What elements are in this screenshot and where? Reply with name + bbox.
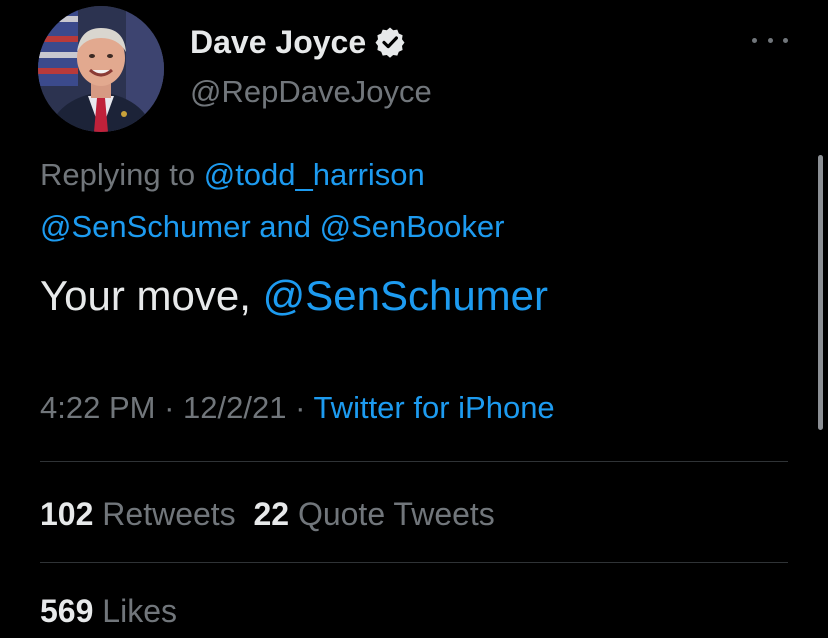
divider: [40, 562, 788, 563]
profile-photo: [38, 6, 164, 132]
reply-conjunction: and: [250, 209, 320, 244]
reply-mention-senschumer[interactable]: @SenSchumer: [40, 209, 251, 244]
reply-mention-todd-harrison[interactable]: @todd_harrison: [204, 157, 425, 192]
verified-badge-icon: [374, 26, 406, 58]
scrollbar[interactable]: [818, 155, 823, 430]
tweet-date[interactable]: 12/2/21: [183, 390, 286, 425]
avatar[interactable]: [38, 6, 164, 132]
quote-tweets-count: 22: [253, 496, 290, 532]
tweet-text: Your move, @SenSchumer: [40, 268, 548, 324]
more-dot: [783, 37, 788, 43]
tweet-meta: 4:22 PM · 12/2/21 · Twitter for iPhone: [40, 386, 555, 430]
engagement-stats-row: 102 Retweets 22 Quote Tweets: [40, 492, 495, 536]
reply-context: Replying to @todd_harrison @SenSchumer an…: [40, 149, 760, 253]
meta-separator: ·: [155, 390, 184, 425]
tweet-source-link[interactable]: Twitter for iPhone: [313, 390, 554, 425]
meta-separator: ·: [286, 390, 314, 425]
likes-count: 569: [40, 593, 94, 629]
tweet-mention-senschumer[interactable]: @SenSchumer: [263, 272, 548, 319]
likes-label: Likes: [102, 593, 177, 629]
reply-mention-senbooker[interactable]: @SenBooker: [320, 209, 505, 244]
more-dot: [752, 37, 757, 43]
retweets-count: 102: [40, 496, 94, 532]
quote-tweets-stat[interactable]: 22 Quote Tweets: [253, 496, 494, 532]
author-display-name[interactable]: Dave Joyce: [190, 22, 366, 62]
retweets-label: Retweets: [102, 496, 236, 532]
tweet-time[interactable]: 4:22 PM: [40, 390, 155, 425]
quote-tweets-label: Quote Tweets: [297, 496, 495, 532]
tweet-body: Your move,: [40, 272, 263, 319]
more-options-icon[interactable]: [752, 30, 788, 50]
likes-stats-row: 569 Likes: [40, 589, 177, 633]
reply-prefix: Replying to: [40, 157, 204, 192]
author-name-row[interactable]: Dave Joyce: [190, 22, 406, 62]
more-dot: [767, 37, 773, 43]
retweets-stat[interactable]: 102 Retweets: [40, 496, 236, 532]
author-handle[interactable]: @RepDaveJoyce: [190, 72, 432, 112]
likes-stat[interactable]: 569 Likes: [40, 593, 177, 629]
divider: [40, 461, 788, 462]
